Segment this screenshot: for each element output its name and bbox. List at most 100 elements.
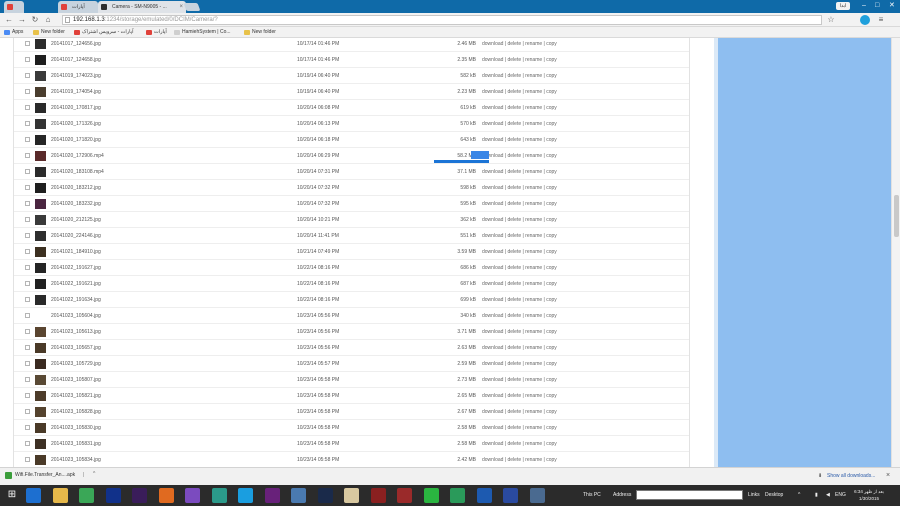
- rename-link[interactable]: rename: [525, 345, 542, 351]
- download-link[interactable]: download: [482, 201, 503, 207]
- file-name[interactable]: 20141023_105657.jpg: [51, 340, 101, 356]
- delete-link[interactable]: delete: [507, 409, 521, 415]
- download-link[interactable]: download: [482, 441, 503, 447]
- file-name[interactable]: 20141023_105830.jpg: [51, 420, 101, 436]
- file-name[interactable]: 20141022_191627.jpg: [51, 260, 101, 276]
- rename-link[interactable]: rename: [525, 57, 542, 63]
- file-checkbox[interactable]: [25, 425, 30, 430]
- file-checkbox[interactable]: [25, 201, 30, 206]
- file-checkbox[interactable]: [25, 217, 30, 222]
- tab-camera[interactable]: Camera - SM-N9005 - ... ×: [98, 1, 186, 13]
- firefox-icon[interactable]: [158, 488, 174, 503]
- visual-studio-icon[interactable]: [264, 488, 280, 503]
- rename-link[interactable]: rename: [525, 249, 542, 255]
- home-button[interactable]: ⌂: [43, 15, 53, 25]
- photoshop-icon[interactable]: [105, 488, 121, 503]
- bookmark-apps[interactable]: Apps: [4, 28, 23, 37]
- file-name[interactable]: 20141020_224146.jpg: [51, 228, 101, 244]
- delete-link[interactable]: delete: [507, 153, 521, 159]
- maximize-button[interactable]: □: [875, 2, 879, 10]
- forward-button[interactable]: →: [17, 15, 27, 25]
- skype-icon[interactable]: [238, 488, 253, 503]
- copy-link[interactable]: copy: [546, 393, 557, 399]
- download-link[interactable]: download: [482, 377, 503, 383]
- file-name[interactable]: 20141023_105807.jpg: [51, 372, 101, 388]
- download-link[interactable]: download: [482, 281, 503, 287]
- close-download-bar-icon[interactable]: ×: [886, 472, 890, 479]
- minimize-button[interactable]: –: [862, 2, 866, 10]
- delete-link[interactable]: delete: [507, 169, 521, 175]
- delete-link[interactable]: delete: [507, 217, 521, 223]
- close-tab-icon[interactable]: ×: [179, 1, 183, 13]
- copy-link[interactable]: copy: [546, 297, 557, 303]
- file-name[interactable]: 20141020_183108.mp4: [51, 164, 104, 180]
- tab-aparat-2[interactable]: آپارات: [58, 1, 98, 13]
- rename-link[interactable]: rename: [525, 201, 542, 207]
- download-link[interactable]: download: [482, 345, 503, 351]
- delete-link[interactable]: delete: [507, 105, 521, 111]
- tool-icon[interactable]: [503, 488, 518, 503]
- file-checkbox[interactable]: [25, 297, 30, 302]
- file-checkbox[interactable]: [25, 377, 30, 382]
- file-checkbox[interactable]: [25, 89, 30, 94]
- download-link[interactable]: download: [482, 297, 503, 303]
- rename-link[interactable]: rename: [525, 329, 542, 335]
- rename-link[interactable]: rename: [525, 185, 542, 191]
- download-link[interactable]: download: [482, 249, 503, 255]
- download-link[interactable]: download: [482, 57, 503, 63]
- file-checkbox[interactable]: [25, 57, 30, 62]
- rename-link[interactable]: rename: [525, 409, 542, 415]
- language-indicator[interactable]: ENG: [835, 492, 846, 498]
- copy-link[interactable]: copy: [546, 57, 557, 63]
- delete-link[interactable]: delete: [507, 41, 521, 47]
- file-name[interactable]: 20141023_105821.jpg: [51, 388, 101, 404]
- delete-link[interactable]: delete: [507, 57, 521, 63]
- file-name[interactable]: 20141023_105828.jpg: [51, 404, 101, 420]
- chevron-up-icon[interactable]: ^: [93, 471, 95, 477]
- file-name[interactable]: 20141019_174054.jpg: [51, 84, 101, 100]
- delete-link[interactable]: delete: [507, 441, 521, 447]
- copy-link[interactable]: copy: [546, 441, 557, 447]
- tab-aparat-1[interactable]: [4, 1, 24, 13]
- delete-link[interactable]: delete: [507, 329, 521, 335]
- file-name[interactable]: 20141020_212125.jpg: [51, 212, 101, 228]
- download-link[interactable]: download: [482, 233, 503, 239]
- new-tab-button[interactable]: [183, 3, 201, 11]
- rename-link[interactable]: rename: [525, 425, 542, 431]
- download-link[interactable]: download: [482, 121, 503, 127]
- file-checkbox[interactable]: [25, 169, 30, 174]
- bookmark-star-icon[interactable]: ☆: [826, 15, 836, 25]
- delete-link[interactable]: delete: [507, 313, 521, 319]
- copy-link[interactable]: copy: [546, 329, 557, 335]
- rename-link[interactable]: rename: [525, 297, 542, 303]
- media-icon[interactable]: [317, 488, 333, 503]
- file-checkbox[interactable]: [25, 441, 30, 446]
- rename-link[interactable]: rename: [525, 313, 542, 319]
- network-icon[interactable]: ▮: [815, 492, 818, 498]
- clock[interactable]: بعد از ظهر 6:34 1/30/2015: [848, 488, 890, 502]
- rename-link[interactable]: rename: [525, 233, 542, 239]
- file-name[interactable]: 20141023_105834.jpg: [51, 452, 101, 467]
- file-name[interactable]: 20141023_105831.jpg: [51, 436, 101, 452]
- file-checkbox[interactable]: [25, 121, 30, 126]
- skype-extension-icon[interactable]: [860, 15, 870, 25]
- volume-icon[interactable]: ◀: [826, 492, 830, 498]
- rename-link[interactable]: rename: [525, 265, 542, 271]
- file-checkbox[interactable]: [25, 345, 30, 350]
- copy-link[interactable]: copy: [546, 121, 557, 127]
- viber-icon[interactable]: [185, 488, 200, 503]
- start-button[interactable]: ⊞: [5, 488, 19, 502]
- rename-link[interactable]: rename: [525, 457, 542, 463]
- copy-link[interactable]: copy: [546, 217, 557, 223]
- network-icon[interactable]: [291, 488, 306, 503]
- audio-icon[interactable]: [476, 488, 492, 503]
- file-checkbox[interactable]: [25, 105, 30, 110]
- download-link[interactable]: download: [482, 89, 503, 95]
- download-link[interactable]: download: [482, 425, 503, 431]
- address-bar[interactable]: 192.168.1.3:1234/storage/emulated/0/DCIM…: [62, 15, 822, 25]
- copy-link[interactable]: copy: [546, 313, 557, 319]
- copy-link[interactable]: copy: [546, 409, 557, 415]
- copy-link[interactable]: copy: [546, 73, 557, 79]
- download-item[interactable]: Wifi.File.Transfer_An....apk | ^: [5, 471, 95, 479]
- file-checkbox[interactable]: [25, 41, 30, 46]
